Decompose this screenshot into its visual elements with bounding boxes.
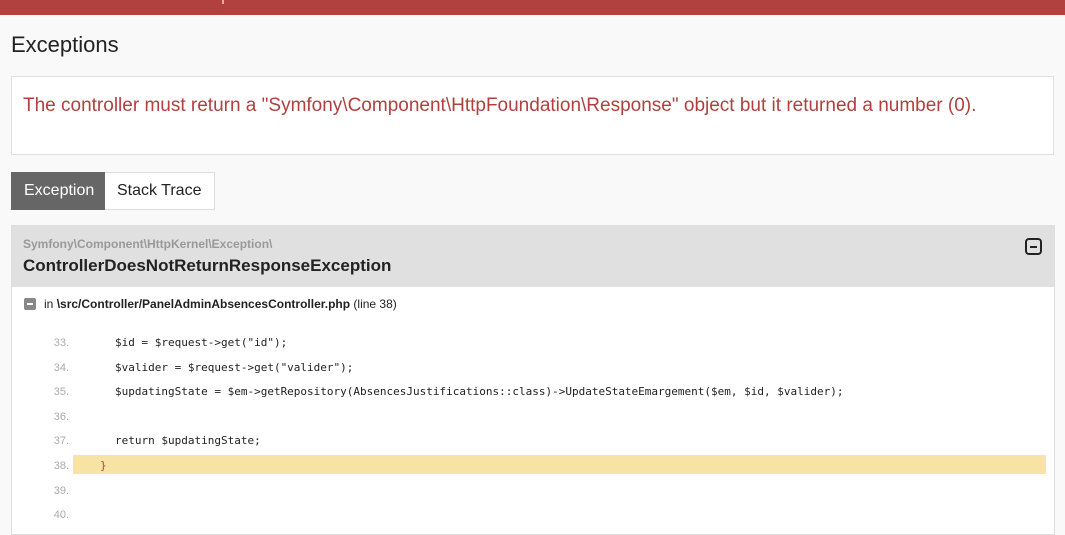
code-line: 36. [12, 404, 1054, 429]
exception-class: ControllerDoesNotReturnResponseException [23, 256, 392, 275]
line-number: 38. [53, 459, 69, 472]
exception-namespace: Symfony\Component\HttpKernel\Exception\ [23, 237, 273, 251]
exception-panel: Symfony\Component\HttpKernel\Exception\ … [11, 225, 1055, 535]
topbar-mark [222, 0, 224, 4]
line-code: $id = $request->get("id"); [115, 336, 288, 349]
tab-stack-trace[interactable]: Stack Trace [105, 172, 215, 210]
code-line: 33. $id = $request->get("id"); [12, 330, 1054, 355]
exception-message-box: The controller must return a "Symfony\Co… [11, 76, 1054, 155]
exception-message: The controller must return a "Symfony\Co… [23, 95, 977, 116]
top-accent-bar [0, 0, 1065, 15]
code-line: 39. [12, 478, 1054, 503]
file-path: \src/Controller/PanelAdminAbsencesContro… [56, 297, 351, 311]
line-info: (line 38) [353, 297, 397, 311]
code-line: 34. $valider = $request->get("valider"); [12, 355, 1054, 380]
line-number: 33. [53, 337, 69, 349]
code-line: 35. $updatingState = $em->getRepository(A… [12, 379, 1054, 404]
line-number: 36. [53, 410, 69, 423]
collapse-square-icon[interactable] [1025, 238, 1042, 255]
line-code: return $updatingState; [115, 434, 261, 448]
line-number: 37. [53, 435, 69, 448]
page-title: Exceptions [11, 32, 119, 57]
tab-exception[interactable]: Exception [11, 172, 105, 210]
code-snippet: 33. $id = $request->get("id"); 34. $valider… [12, 330, 1054, 527]
tab-bar: Exception Stack Trace [11, 172, 215, 210]
exception-header: Symfony\Component\HttpKernel\Exception\ … [12, 226, 1054, 287]
line-number: 35. [53, 386, 69, 399]
code-line: 37. return $updatingState; [12, 428, 1054, 453]
line-code: } [100, 458, 107, 472]
line-number: 40. [53, 509, 69, 522]
collapse-minus-icon[interactable] [24, 298, 36, 310]
code-line: 38.} [12, 453, 1054, 478]
line-code: $updatingState = $em->getRepository(Abse… [115, 385, 844, 399]
code-line: 40. [12, 502, 1054, 527]
line-code: $valider = $request->get("valider"); [115, 360, 354, 374]
line-number: 39. [53, 484, 69, 497]
highlight-bar [73, 454, 1046, 474]
line-number: 34. [53, 361, 69, 374]
file-location: in \src/Controller/PanelAdminAbsencesCon… [24, 297, 397, 311]
location-prefix: in [44, 297, 54, 311]
